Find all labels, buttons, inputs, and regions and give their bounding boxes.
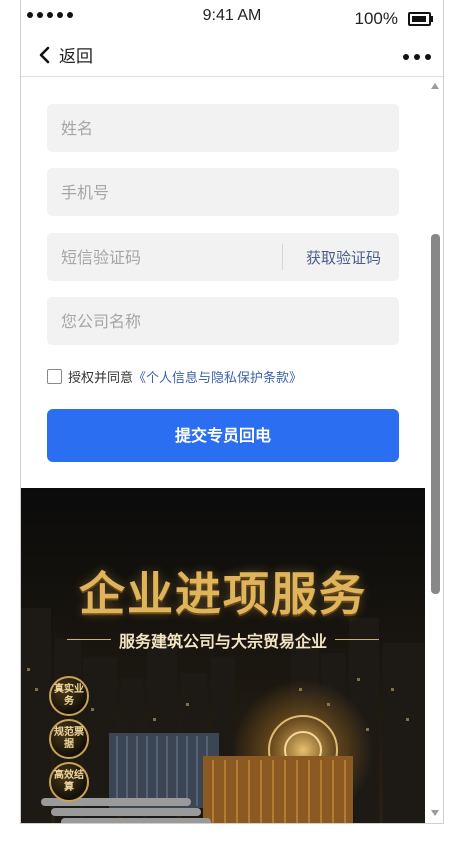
scrollbar-thumb[interactable]	[431, 234, 440, 594]
submit-button[interactable]: 提交专员回电	[47, 409, 399, 462]
privacy-policy-link[interactable]: 《个人信息与隐私保护条款》	[133, 367, 302, 386]
subtitle-line-right	[335, 639, 379, 640]
agreement-row: 授权并同意 《个人信息与隐私保护条款》	[47, 367, 302, 386]
sms-code-field: 获取验证码	[47, 233, 399, 281]
agree-checkbox[interactable]	[47, 369, 62, 384]
banner-title: 企业进项服务	[79, 567, 367, 621]
battery-icon	[408, 12, 433, 26]
banner-subtitle: 服务建筑公司与大宗贸易企业	[118, 632, 327, 651]
company-field	[47, 297, 399, 345]
back-button[interactable]: 返回	[37, 42, 93, 67]
nav-bar: 返回	[21, 36, 443, 77]
name-field	[47, 104, 399, 152]
agree-text: 授权并同意	[68, 371, 134, 386]
scroll-down-arrow-icon[interactable]	[431, 810, 439, 816]
scroll-content: 获取验证码 授权并同意 《个人信息与隐私保护条款》 提交专员回电	[21, 77, 425, 823]
sms-code-input[interactable]	[47, 233, 295, 281]
badge-fast-settlement: 高效结算	[49, 762, 89, 802]
chevron-left-icon	[39, 46, 50, 63]
badge-real-business: 真实业务	[49, 676, 89, 716]
get-code-button[interactable]: 获取验证码	[306, 247, 381, 268]
field-divider	[282, 244, 283, 270]
phone-frame: 9:41 AM 100% 返回 获取验证码 授权并同意 《个人信息与隐私保护条款…	[20, 0, 444, 824]
badge-standard-invoice: 规范票据	[49, 719, 89, 759]
back-label: 返回	[59, 47, 93, 67]
status-bar: 9:41 AM 100%	[21, 0, 443, 36]
phone-field	[47, 168, 399, 216]
battery-percent: 100%	[354, 9, 398, 28]
promo-banner: 企业进项服务 服务建筑公司与大宗贸易企业 真实业务 规范票据 高效结算	[21, 488, 425, 823]
company-input[interactable]	[47, 297, 295, 345]
more-horizontal-icon[interactable]	[403, 54, 431, 60]
name-input[interactable]	[47, 104, 295, 152]
phone-input[interactable]	[47, 168, 295, 216]
scroll-up-arrow-icon[interactable]	[431, 83, 439, 89]
